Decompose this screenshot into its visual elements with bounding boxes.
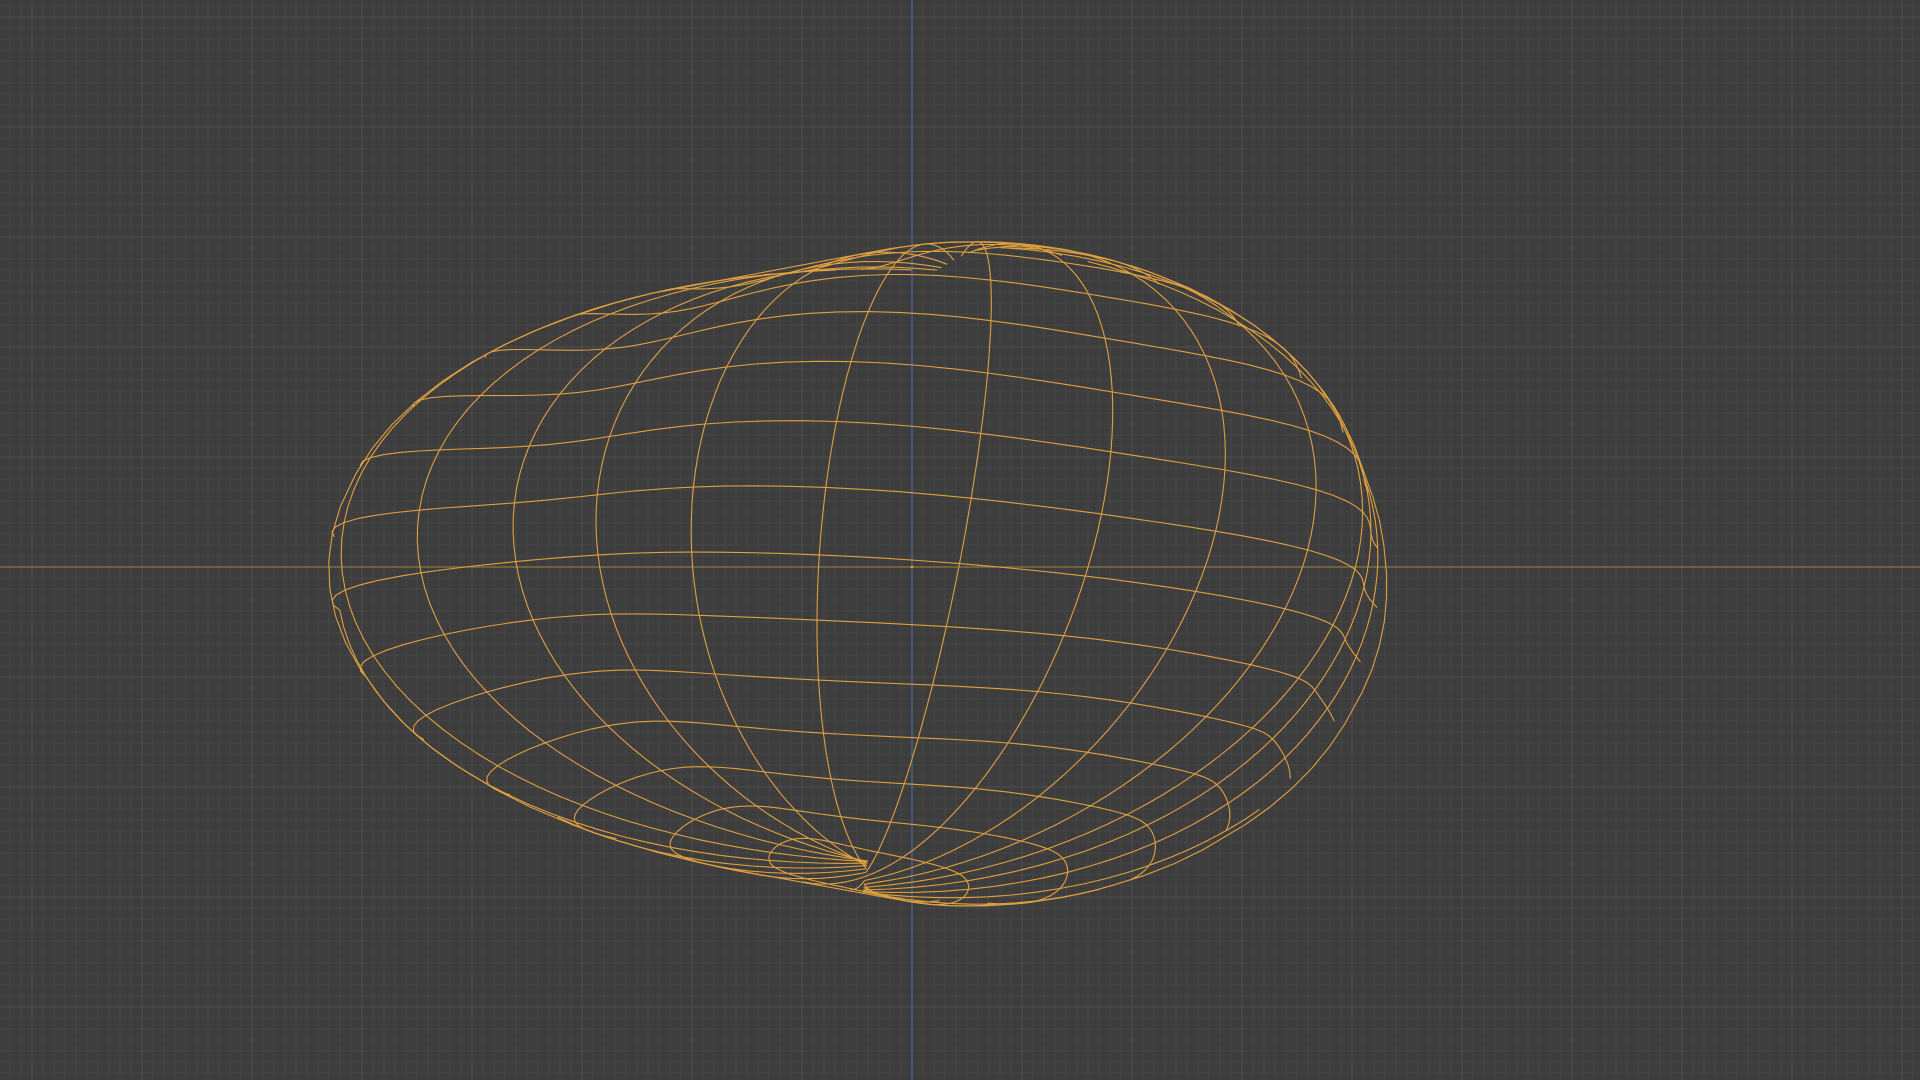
mesh-edge-segment <box>864 245 1226 882</box>
mesh-edge-segment <box>862 808 1260 899</box>
mesh-edge-ring <box>573 766 1156 866</box>
mesh-edge-segment <box>816 243 955 870</box>
mesh-edge-segment <box>863 260 1372 891</box>
mesh-edge-ring <box>331 485 1378 608</box>
3d-viewport[interactable] <box>0 0 1920 1080</box>
mesh-edge-ring <box>1129 865 1150 881</box>
mesh-edge-ring <box>412 669 1291 779</box>
mesh-object[interactable] <box>0 0 1920 1080</box>
mesh-wireframe[interactable] <box>328 240 1388 907</box>
mesh-edge-ring <box>484 311 1344 433</box>
mesh-edge-segment <box>865 240 992 873</box>
mesh-edge-ring <box>331 551 1361 663</box>
mesh-edge-segment <box>512 266 938 863</box>
mesh-edge-ring <box>412 360 1370 493</box>
mesh-edge-segment <box>849 880 866 891</box>
mesh-edge-ring <box>359 613 1335 722</box>
mesh-edge-segment <box>673 855 867 874</box>
object-origin-marker <box>910 565 914 569</box>
mesh-edge-ring <box>763 241 1160 285</box>
